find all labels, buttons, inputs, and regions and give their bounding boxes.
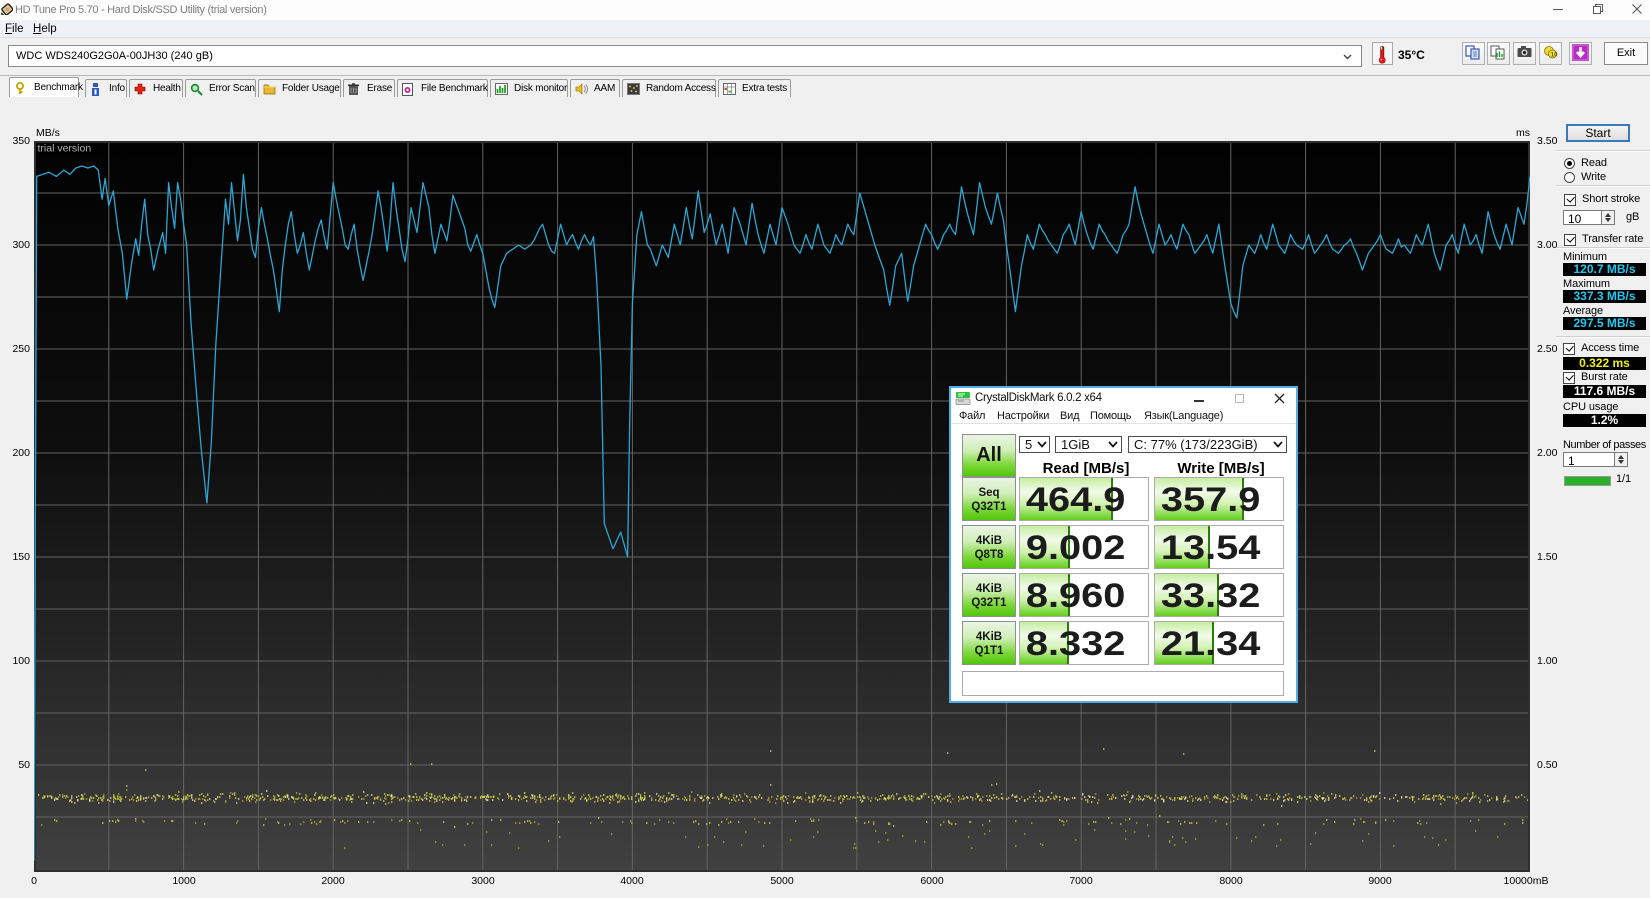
svg-text:10: 10 (1550, 52, 1557, 58)
svg-text:trial version: trial version (38, 143, 92, 155)
